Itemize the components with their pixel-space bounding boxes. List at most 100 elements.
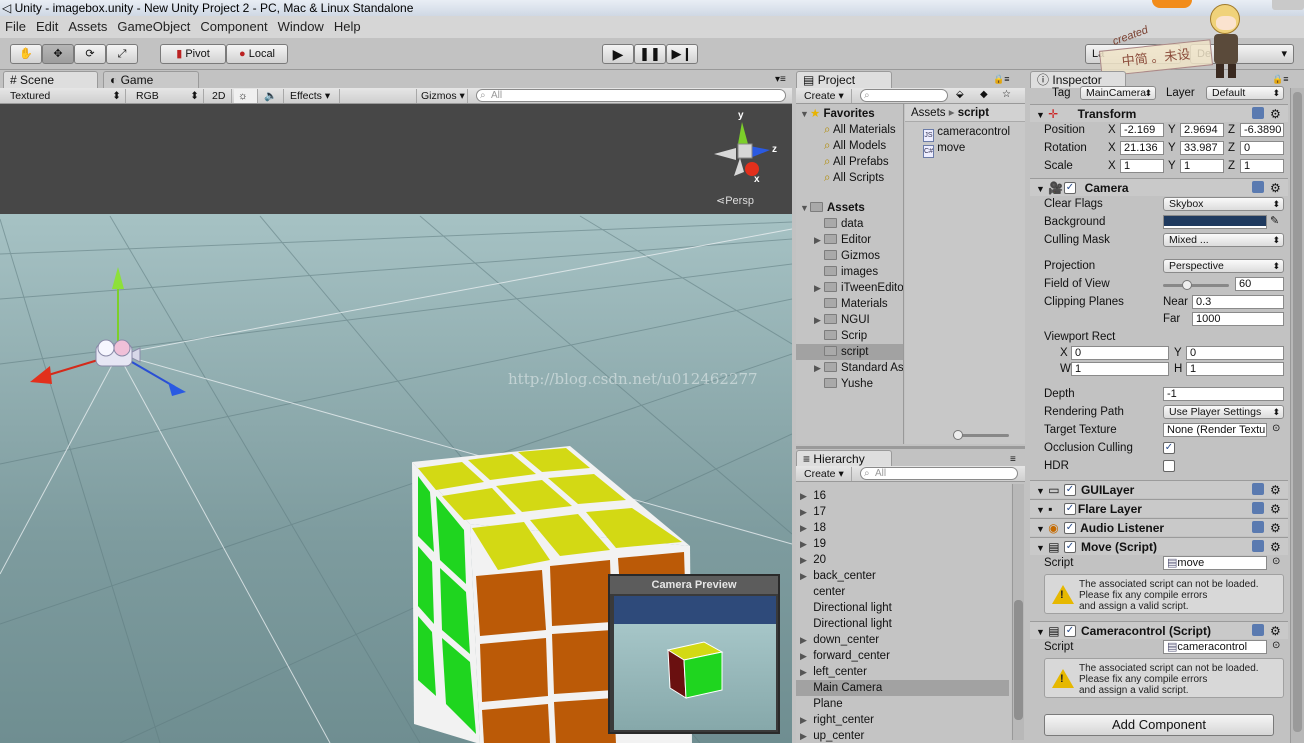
step-button[interactable]: ▶❙ <box>666 44 698 64</box>
list-item[interactable]: center <box>800 584 845 600</box>
scene-search-input[interactable]: ⌕ All <box>476 89 786 102</box>
tab-scene[interactable]: # Scene <box>3 71 98 88</box>
move-script-header[interactable]: ▼ ▤ ✓ Move (Script) ⚙ <box>1030 537 1288 555</box>
scale-x-field[interactable]: 1 <box>1120 159 1164 173</box>
fov-field[interactable]: 60 <box>1235 277 1284 291</box>
hierarchy-scrollbar[interactable] <box>1012 484 1024 740</box>
scene-viewport[interactable]: y z x ⋖Persp http://blog.csdn.net/u01246… <box>0 104 792 743</box>
favorites-header[interactable]: ▼★ Favorites <box>800 106 875 122</box>
render-mode-dropdown[interactable]: RGB ⬍ <box>132 89 204 103</box>
hierarchy-menu-icon[interactable]: ≡ <box>1010 454 1016 465</box>
favorite-item[interactable]: ⌕ All Models <box>824 138 886 154</box>
list-item[interactable]: ▶ 20 <box>800 552 826 568</box>
transform-header[interactable]: ▼ ✛ Transform ⚙ <box>1030 104 1288 122</box>
folder-item[interactable]: ▶ iTweenEditor <box>814 280 903 296</box>
camera-header[interactable]: ▼ 🎥 ✓ Camera ⚙ <box>1030 178 1288 196</box>
viewport-w-field[interactable]: 1 <box>1071 362 1169 376</box>
list-item-selected[interactable]: Main Camera <box>796 680 1009 696</box>
list-item[interactable]: ▶ 18 <box>800 520 826 536</box>
flare-layer-enabled-checkbox[interactable]: ✓ <box>1064 503 1076 515</box>
far-field[interactable]: 1000 <box>1192 312 1284 326</box>
rotation-z-field[interactable]: 0 <box>1240 141 1284 155</box>
cameracontrol-script-header[interactable]: ▼ ▤ ✓ Cameracontrol (Script) ⚙ <box>1030 621 1288 639</box>
favorite-item[interactable]: ⌕ All Scripts <box>824 170 884 186</box>
add-component-button[interactable]: Add Component <box>1044 714 1274 736</box>
clear-flags-dropdown[interactable]: Skybox <box>1163 197 1284 211</box>
move-tool-button[interactable]: ✥ <box>42 44 74 64</box>
folder-item-selected[interactable]: script <box>796 344 903 360</box>
scrollbar-thumb[interactable] <box>1014 600 1023 720</box>
rendering-path-dropdown[interactable]: Use Player Settings <box>1163 405 1284 419</box>
rotation-y-field[interactable]: 33.987 <box>1180 141 1224 155</box>
menu-edit[interactable]: Edit <box>31 16 63 38</box>
list-item[interactable]: ▶ 19 <box>800 536 826 552</box>
gear-icon[interactable]: ⚙ <box>1270 481 1281 499</box>
move-script-enabled-checkbox[interactable]: ✓ <box>1064 541 1076 553</box>
project-search-input[interactable]: ⌕ <box>860 89 948 102</box>
folder-item[interactable]: Gizmos <box>814 248 880 264</box>
play-button[interactable]: ▶ <box>602 44 634 64</box>
favorite-star-icon[interactable]: ☆ <box>1002 89 1011 100</box>
culling-mask-dropdown[interactable]: Mixed ... <box>1163 233 1284 247</box>
guilayer-enabled-checkbox[interactable]: ✓ <box>1064 484 1076 496</box>
scene-panel-menu-icon[interactable]: ▾≡ <box>775 74 786 85</box>
projection-dropdown[interactable]: Perspective <box>1163 259 1284 273</box>
help-book-icon[interactable] <box>1252 107 1264 119</box>
project-lock-icon[interactable]: 🔒≡ <box>993 74 1009 85</box>
list-item[interactable]: Plane <box>800 696 842 712</box>
list-item[interactable]: ▶ left_center <box>800 664 867 680</box>
file-item[interactable]: C# move <box>923 140 965 158</box>
rotation-x-field[interactable]: 21.136 <box>1120 141 1164 155</box>
menu-component[interactable]: Component <box>195 16 272 38</box>
breadcrumb-current[interactable]: script <box>958 107 989 119</box>
scrollbar-thumb[interactable] <box>1293 92 1302 732</box>
tab-project[interactable]: ▤ Project <box>796 71 892 88</box>
rotate-tool-button[interactable]: ⟳ <box>74 44 106 64</box>
hierarchy-create-dropdown[interactable]: Create ▾ <box>800 467 852 481</box>
viewport-h-field[interactable]: 1 <box>1186 362 1284 376</box>
shading-mode-dropdown[interactable]: Textured ⬍ <box>6 89 126 103</box>
filter-by-type-icon[interactable]: ⬙ <box>956 89 964 100</box>
filter-by-label-icon[interactable]: ◆ <box>980 89 988 100</box>
near-field[interactable]: 0.3 <box>1192 295 1284 309</box>
menu-file[interactable]: File <box>0 16 31 38</box>
folder-item[interactable]: Scrip <box>814 328 867 344</box>
viewport-x-field[interactable]: 0 <box>1071 346 1169 360</box>
object-picker-icon[interactable]: ⊙ <box>1272 556 1280 567</box>
breadcrumb-root[interactable]: Assets <box>911 107 946 119</box>
gear-icon[interactable]: ⚙ <box>1270 500 1281 518</box>
assets-header[interactable]: ▼ Assets <box>800 200 865 216</box>
audio-listener-enabled-checkbox[interactable]: ✓ <box>1064 522 1076 534</box>
audio-toggle[interactable]: 🔈 <box>260 89 284 103</box>
persp-label[interactable]: ⋖Persp <box>716 194 754 207</box>
slider-thumb[interactable] <box>953 430 963 440</box>
move-script-field[interactable]: ▤move <box>1163 556 1267 570</box>
target-texture-field[interactable]: None (Render Texture) <box>1163 423 1267 437</box>
list-item[interactable]: Directional light <box>800 616 892 632</box>
local-toggle[interactable]: ● Local <box>226 44 288 64</box>
scale-z-field[interactable]: 1 <box>1240 159 1284 173</box>
object-picker-icon[interactable]: ⊙ <box>1272 423 1280 434</box>
lighting-toggle[interactable]: ☼ <box>234 89 258 103</box>
gear-icon[interactable]: ⚙ <box>1270 519 1281 537</box>
close-window-button[interactable] <box>1272 0 1304 10</box>
effects-dropdown[interactable]: Effects ▾ <box>286 89 340 103</box>
pause-button[interactable]: ❚❚ <box>634 44 666 64</box>
hierarchy-search-input[interactable]: ⌕ All <box>860 467 1018 480</box>
list-item[interactable]: ▶ 17 <box>800 504 826 520</box>
cameracontrol-script-field[interactable]: ▤cameracontrol <box>1163 640 1267 654</box>
favorite-item[interactable]: ⌕ All Materials <box>824 122 896 138</box>
position-x-field[interactable]: -2.169 <box>1120 123 1164 137</box>
menu-window[interactable]: Window <box>273 16 329 38</box>
help-book-icon[interactable] <box>1252 483 1264 495</box>
inspector-lock-icon[interactable]: 🔒≡ <box>1272 74 1288 85</box>
occlusion-culling-checkbox[interactable]: ✓ <box>1163 442 1175 454</box>
folder-item[interactable]: Yushe <box>814 376 873 392</box>
position-z-field[interactable]: -6.3890 <box>1240 123 1284 137</box>
help-book-icon[interactable] <box>1252 624 1264 636</box>
gear-icon[interactable]: ⚙ <box>1270 105 1281 123</box>
folder-item[interactable]: Materials <box>814 296 888 312</box>
position-y-field[interactable]: 2.9694 <box>1180 123 1224 137</box>
object-picker-icon[interactable]: ⊙ <box>1272 640 1280 651</box>
tab-game[interactable]: ◐ Game <box>103 71 199 88</box>
